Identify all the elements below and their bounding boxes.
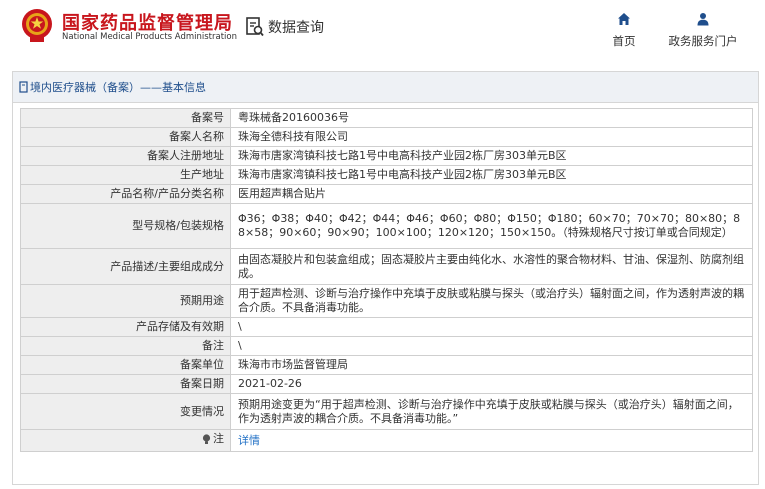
row-value: 预期用途变更为“用于超声检测、诊断与治疗操作中充填于皮肤或粘膜与探头（或治疗头）… [230, 393, 753, 430]
row-value-details: 详情 [230, 429, 753, 452]
row-value: 珠海市市场监督管理局 [230, 355, 753, 375]
row-label: 备案日期 [20, 374, 231, 394]
table-row: 备案号 粤珠械备20160036号 [20, 108, 753, 128]
table-row: 生产地址 珠海市唐家湾镇科技七路1号中电高科技产业园2栋厂房303单元B区 [20, 165, 753, 185]
table-row: 备案单位 珠海市市场监督管理局 [20, 355, 753, 375]
home-icon [618, 13, 630, 25]
row-value: Φ36；Φ38；Φ40；Φ42；Φ44；Φ46；Φ60；Φ80；Φ150；Φ18… [230, 203, 753, 249]
row-label: 型号规格/包装规格 [20, 203, 231, 249]
row-value: 医用超声耦合贴片 [230, 184, 753, 204]
lightbulb-icon [202, 434, 211, 444]
row-label: 预期用途 [20, 284, 231, 318]
table-row: 注 详情 [20, 429, 753, 452]
row-value: 2021-02-26 [230, 374, 753, 394]
row-value: 珠海市唐家湾镇科技七路1号中电高科技产业园2栋厂房303单元B区 [230, 146, 753, 166]
table-row: 变更情况 预期用途变更为“用于超声检测、诊断与治疗操作中充填于皮肤或粘膜与探头（… [20, 393, 753, 430]
note-label-text: 注 [213, 432, 224, 446]
nav-home[interactable]: 首页 [604, 12, 644, 49]
note-label: 注 [202, 432, 224, 446]
data-query-link[interactable]: 数据查询 [246, 16, 324, 38]
row-value: \ [230, 336, 753, 356]
details-link[interactable]: 详情 [238, 434, 260, 447]
table-row: 产品描述/主要组成成分 由固态凝胶片和包装盒组成；固态凝胶片主要由纯化水、水溶性… [20, 248, 753, 285]
row-label: 生产地址 [20, 165, 231, 185]
nav-home-label: 首页 [612, 34, 636, 48]
search-document-icon [246, 17, 264, 37]
national-emblem-icon [22, 9, 52, 42]
detail-panel: 境内医疗器械（备案）——基本信息 备案号 粤珠械备20160036号 备案人名称… [12, 71, 759, 485]
row-label: 产品描述/主要组成成分 [20, 248, 231, 285]
table-row: 备案人注册地址 珠海市唐家湾镇科技七路1号中电高科技产业园2栋厂房303单元B区 [20, 146, 753, 166]
table-row: 产品名称/产品分类名称 医用超声耦合贴片 [20, 184, 753, 204]
site-header: 国家药品监督管理局 National Medical Products Admi… [0, 0, 765, 62]
table-row: 备注 \ [20, 336, 753, 356]
table-row: 预期用途 用于超声检测、诊断与治疗操作中充填于皮肤或粘膜与探头（或治疗头）辐射面… [20, 284, 753, 318]
site-subtitle: National Medical Products Administration [62, 32, 237, 42]
data-query-label: 数据查询 [268, 20, 324, 36]
row-value: 粤珠械备20160036号 [230, 108, 753, 128]
table-row: 型号规格/包装规格 Φ36；Φ38；Φ40；Φ42；Φ44；Φ46；Φ60；Φ8… [20, 203, 753, 249]
row-label: 产品存储及有效期 [20, 317, 231, 337]
row-label: 备案人名称 [20, 127, 231, 147]
row-value: 珠海全德科技有限公司 [230, 127, 753, 147]
row-value: 珠海市唐家湾镇科技七路1号中电高科技产业园2栋厂房303单元B区 [230, 165, 753, 185]
row-label: 备案号 [20, 108, 231, 128]
table-row: 备案人名称 珠海全德科技有限公司 [20, 127, 753, 147]
row-label: 备案单位 [20, 355, 231, 375]
record-info-table: 备案号 粤珠械备20160036号 备案人名称 珠海全德科技有限公司 备案人注册… [20, 108, 753, 452]
row-label: 备注 [20, 336, 231, 356]
nav-service-portal[interactable]: 政务服务门户 [660, 12, 746, 49]
row-value: \ [230, 317, 753, 337]
breadcrumb: 境内医疗器械（备案）——基本信息 [13, 72, 758, 103]
breadcrumb-text: 境内医疗器械（备案）——基本信息 [30, 81, 206, 94]
row-label-note: 注 [20, 429, 231, 452]
row-value: 用于超声检测、诊断与治疗操作中充填于皮肤或粘膜与探头（或治疗头）辐射面之间，作为… [230, 284, 753, 318]
table-row: 备案日期 2021-02-26 [20, 374, 753, 394]
row-label: 变更情况 [20, 393, 231, 430]
row-label: 产品名称/产品分类名称 [20, 184, 231, 204]
user-icon [697, 13, 709, 26]
row-label: 备案人注册地址 [20, 146, 231, 166]
row-value: 由固态凝胶片和包装盒组成；固态凝胶片主要由纯化水、水溶性的聚合物材料、甘油、保湿… [230, 248, 753, 285]
nav-service-portal-label: 政务服务门户 [668, 34, 738, 48]
bookmark-icon [19, 81, 28, 93]
table-row: 产品存储及有效期 \ [20, 317, 753, 337]
